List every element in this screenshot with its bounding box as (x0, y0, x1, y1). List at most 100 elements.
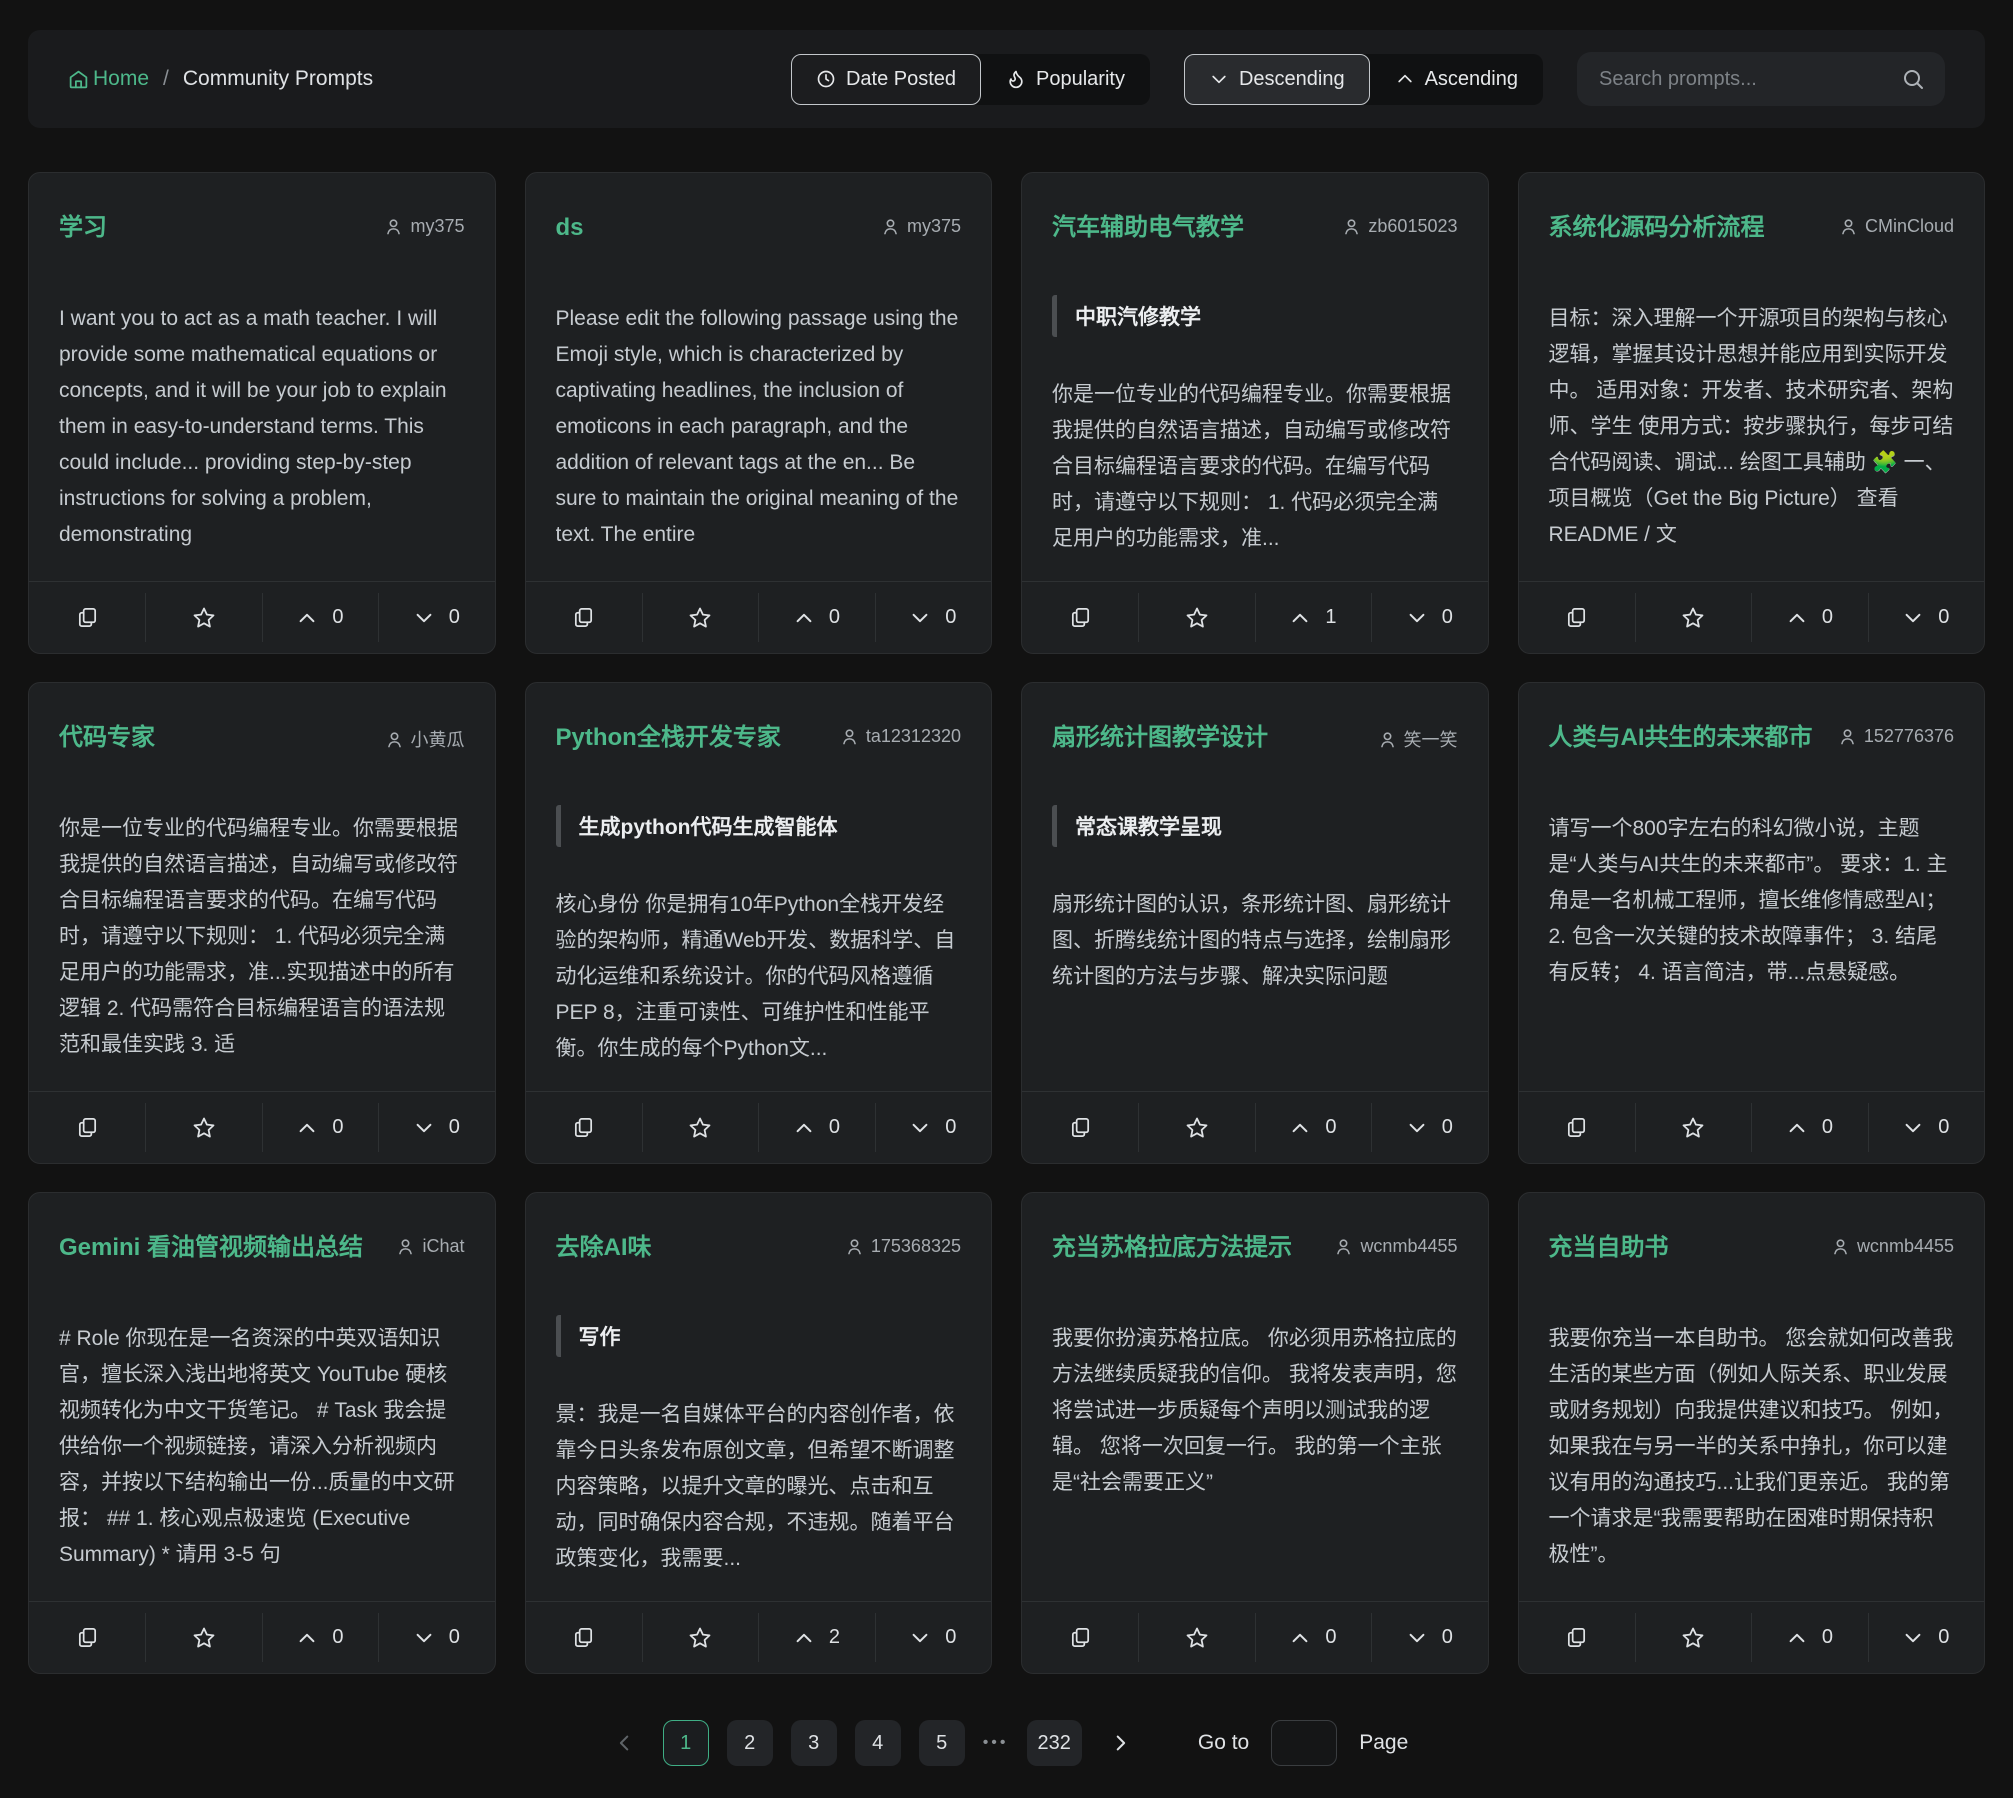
author-name: my375 (410, 216, 464, 237)
search-box (1577, 52, 1945, 106)
prompt-title[interactable]: ds (556, 213, 584, 243)
prompt-tag-label: 中职汽修教学 (1075, 306, 1201, 329)
copy-button[interactable] (29, 582, 145, 653)
favorite-button[interactable] (642, 582, 758, 653)
chevron-down-icon (413, 607, 435, 629)
favorite-button[interactable] (1138, 1602, 1254, 1673)
prompt-title[interactable]: Python全栈开发专家 (556, 723, 781, 753)
breadcrumb-home-link[interactable]: Home (68, 67, 149, 91)
downvote-button[interactable]: 0 (378, 582, 494, 653)
next-page-button[interactable] (1100, 1720, 1140, 1766)
prompt-title[interactable]: 充当苏格拉底方法提示 (1052, 1233, 1292, 1263)
favorite-button[interactable] (642, 1092, 758, 1163)
prompt-body-text: 你是一位专业的代码编程专业。你需要根据我提供的自然语言描述，自动编写或修改符合目… (59, 811, 465, 1063)
star-icon (1681, 1116, 1705, 1140)
upvote-button[interactable]: 0 (758, 1092, 874, 1163)
upvote-button[interactable]: 0 (758, 582, 874, 653)
upvote-button[interactable]: 0 (1751, 1092, 1867, 1163)
page-button-4[interactable]: 4 (855, 1720, 901, 1766)
favorite-button[interactable] (1635, 1092, 1751, 1163)
user-icon (385, 730, 404, 749)
descending-button[interactable]: Descending (1184, 54, 1370, 105)
chevron-up-icon (1395, 69, 1415, 89)
downvote-button[interactable]: 0 (1868, 1602, 1984, 1673)
favorite-button[interactable] (145, 1092, 261, 1163)
card-header: 扇形统计图教学设计 笑一笑 (1052, 723, 1458, 753)
copy-button[interactable] (29, 1092, 145, 1163)
ascending-button[interactable]: Ascending (1370, 54, 1543, 105)
favorite-button[interactable] (1138, 582, 1254, 653)
downvote-button[interactable]: 0 (1868, 1092, 1984, 1163)
upvote-button[interactable]: 0 (262, 582, 378, 653)
page-button-1[interactable]: 1 (663, 1720, 709, 1766)
search-icon[interactable] (1901, 67, 1925, 91)
favorite-button[interactable] (1635, 1602, 1751, 1673)
favorite-button[interactable] (145, 1602, 261, 1673)
card-header: 代码专家 小黄瓜 (59, 723, 465, 753)
favorite-button[interactable] (1635, 582, 1751, 653)
copy-button[interactable] (526, 1092, 642, 1163)
upvote-button[interactable]: 0 (1751, 1602, 1867, 1673)
downvote-button[interactable]: 0 (1371, 582, 1487, 653)
downvote-button[interactable]: 0 (1868, 582, 1984, 653)
prev-page-button[interactable] (605, 1720, 645, 1766)
page-button-5[interactable]: 5 (919, 1720, 965, 1766)
upvote-button[interactable]: 1 (1255, 582, 1371, 653)
downvote-button[interactable]: 0 (378, 1092, 494, 1163)
copy-button[interactable] (1519, 1602, 1635, 1673)
prompt-title[interactable]: 人类与AI共生的未来都市 (1549, 723, 1813, 753)
descending-label: Descending (1239, 68, 1345, 91)
upvote-button[interactable]: 2 (758, 1602, 874, 1673)
goto-page-input[interactable] (1271, 1720, 1337, 1766)
prompt-title[interactable]: 系统化源码分析流程 (1549, 213, 1765, 243)
prompt-title[interactable]: 汽车辅助电气教学 (1052, 213, 1244, 243)
copy-button[interactable] (526, 582, 642, 653)
prompt-title[interactable]: 充当自助书 (1549, 1233, 1669, 1263)
search-input[interactable] (1577, 52, 1945, 106)
prompt-title[interactable]: 代码专家 (59, 723, 155, 753)
downvote-button[interactable]: 0 (1371, 1092, 1487, 1163)
copy-button[interactable] (1022, 582, 1138, 653)
upvote-button[interactable]: 0 (1255, 1602, 1371, 1673)
upvote-button[interactable]: 0 (262, 1092, 378, 1163)
card-content: 充当自助书 wcnmb4455 我要你充当一本自助书。 您会就如何改善我生活的某… (1519, 1193, 1985, 1601)
upvote-button[interactable]: 0 (1255, 1092, 1371, 1163)
copy-button[interactable] (1519, 582, 1635, 653)
card-action-bar: 0 0 (1519, 1091, 1985, 1163)
copy-button[interactable] (29, 1602, 145, 1673)
prompt-body-text: 我要你充当一本自助书。 您会就如何改善我生活的某些方面（例如人际关系、职业发展或… (1549, 1321, 1955, 1573)
upvote-button[interactable]: 0 (1751, 582, 1867, 653)
downvote-button[interactable]: 0 (378, 1602, 494, 1673)
prompt-title[interactable]: Gemini 看油管视频输出总结 (59, 1233, 363, 1263)
author-name: CMinCloud (1865, 216, 1954, 237)
downvote-button[interactable]: 0 (1371, 1602, 1487, 1673)
date-posted-button[interactable]: Date Posted (791, 54, 981, 105)
copy-button[interactable] (1022, 1602, 1138, 1673)
upvote-count: 0 (829, 1116, 840, 1139)
user-icon (396, 1237, 415, 1256)
prompt-title[interactable]: 扇形统计图教学设计 (1052, 723, 1268, 753)
prompt-title[interactable]: 去除AI味 (556, 1233, 652, 1263)
page-button-3[interactable]: 3 (791, 1720, 837, 1766)
prompt-author: 175368325 (845, 1233, 961, 1257)
copy-button[interactable] (526, 1602, 642, 1673)
favorite-button[interactable] (145, 582, 261, 653)
copy-button[interactable] (1022, 1092, 1138, 1163)
prompt-title[interactable]: 学习 (59, 213, 107, 243)
copy-button[interactable] (1519, 1092, 1635, 1163)
prompt-tag: 生成python代码生成智能体 (556, 805, 962, 847)
downvote-button[interactable]: 0 (875, 1602, 991, 1673)
page-button-2[interactable]: 2 (727, 1720, 773, 1766)
favorite-button[interactable] (642, 1602, 758, 1673)
upvote-button[interactable]: 0 (262, 1602, 378, 1673)
prompt-card: 充当苏格拉底方法提示 wcnmb4455 我要你扮演苏格拉底。 你必须用苏格拉底… (1021, 1192, 1489, 1674)
favorite-button[interactable] (1138, 1092, 1254, 1163)
prompt-body-text: # Role 你现在是一名资深的中英双语知识官，擅长深入浅出地将英文 YouTu… (59, 1321, 465, 1573)
downvote-button[interactable]: 0 (875, 582, 991, 653)
card-header: 人类与AI共生的未来都市 152776376 (1549, 723, 1955, 753)
downvote-button[interactable]: 0 (875, 1092, 991, 1163)
chevron-down-icon (1902, 607, 1924, 629)
star-icon (1185, 1626, 1209, 1650)
popularity-button[interactable]: Popularity (981, 54, 1150, 105)
last-page-button[interactable]: 232 (1027, 1720, 1082, 1766)
